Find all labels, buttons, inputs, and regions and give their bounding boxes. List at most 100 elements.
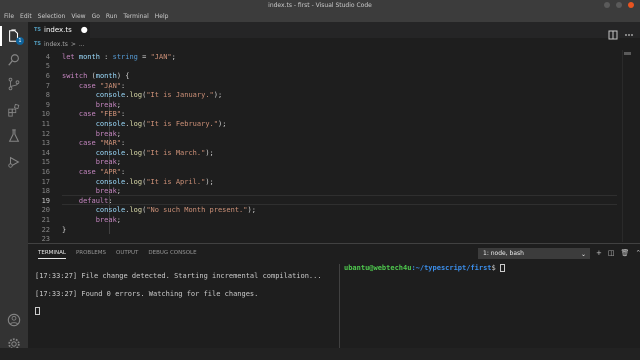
line-number: 13 [41,139,50,148]
tab-problems[interactable]: PROBLEMS [76,250,106,258]
line-number: 21 [41,215,50,224]
code-editor[interactable]: 4 let month : string = "JAN"; 5 6 switch (mo… [28,50,640,242]
code-line[interactable]: 15 break; [28,158,608,168]
search-icon[interactable] [6,52,22,68]
code-text: break; [95,129,122,138]
tab-index-ts[interactable]: TS index.ts ● [28,22,90,38]
run-debug-icon[interactable] [6,154,22,170]
account-icon[interactable] [6,312,22,328]
maximize-panel-icon[interactable]: ⌃ [635,249,640,258]
code-line[interactable]: 11 console.log("It is February."); [28,119,608,129]
code-text: let month : string = "JAN"; [62,52,176,61]
breadcrumb-separator: > [70,40,76,48]
panel-tabs: TERMINAL PROBLEMS OUTPUT DEBUG CONSOLE [38,248,197,260]
menu-view[interactable]: View [71,13,85,20]
prompt-user-host: ubantu@webtech4u [344,264,412,272]
new-terminal-icon[interactable]: + [596,249,602,258]
line-number: 12 [41,129,50,138]
kill-terminal-icon[interactable]: 🗑 [621,249,630,258]
terminal-cursor[interactable] [35,307,40,315]
breadcrumb-file[interactable]: index.ts [44,41,68,48]
code-text: switch (month) { [62,71,130,80]
terminal-output-line: [17:33:27] File change detected. Startin… [35,272,322,280]
code-line[interactable]: 14 console.log("It is March."); [28,148,608,158]
code-line[interactable]: 6 switch (month) { [28,71,608,81]
tab-debug-console[interactable]: DEBUG CONSOLE [148,250,196,258]
explorer-icon[interactable]: 1 [6,28,24,45]
code-line[interactable]: 16 case "APR": [28,167,608,177]
tab-terminal[interactable]: TERMINAL [38,250,66,259]
line-number: 10 [41,110,50,119]
code-line[interactable]: 10 case "FEB": [28,110,608,120]
menu-go[interactable]: Go [92,13,100,20]
menu-run[interactable]: Run [106,13,118,20]
code-text: console.log("No such Month present."); [95,206,256,215]
active-indicator [0,26,2,46]
terminal-dropdown[interactable]: 1: node, bash ⌄ [478,248,590,259]
activity-bar: 1 [0,22,28,360]
code-line[interactable]: 20 console.log("No such Month present.")… [28,206,608,216]
terminal-split-divider[interactable] [339,264,340,349]
code-text: case "FEB": [78,110,126,119]
testing-icon[interactable] [6,128,22,144]
line-number: 18 [41,187,50,196]
code-text: default: [78,196,113,205]
code-line[interactable]: 12 break; [28,129,608,139]
code-text: console.log("It is February."); [95,119,227,128]
line-number: 14 [41,148,50,157]
line-number: 4 [45,52,50,61]
breadcrumb-more[interactable]: ... [79,41,85,48]
title-bar: index.ts - first - Visual Studio Code Fi… [0,0,640,22]
code-line[interactable]: 21 break; [28,215,608,225]
line-number: 20 [41,206,50,215]
close-button[interactable] [628,2,634,8]
maximize-button[interactable] [616,2,622,8]
extensions-icon[interactable] [6,102,22,118]
scrollbar-thumb[interactable] [624,52,631,55]
line-number: 7 [45,81,50,90]
menu-selection[interactable]: Selection [38,13,66,20]
prompt-symbol: $ [491,264,496,272]
line-number: 17 [41,177,50,186]
menu-terminal[interactable]: Terminal [123,13,148,20]
prompt-path: :~/typescript/first [411,264,492,272]
code-line[interactable]: 5 [28,62,608,72]
tab-output[interactable]: OUTPUT [116,250,138,258]
code-line[interactable]: 23 [28,234,608,242]
menu-file[interactable]: File [4,13,14,20]
code-line[interactable]: 22} [28,225,608,235]
terminal-prompt[interactable]: ubantu@webtech4u:~/typescript/first$ [344,264,505,272]
line-number: 19 [41,196,50,205]
unsaved-dot-icon[interactable]: ● [81,26,88,34]
split-terminal-icon[interactable]: ◫ [608,249,615,258]
code-text: break; [95,158,122,167]
code-line[interactable]: 19 default: [28,196,608,206]
terminal-dropdown-value: 1: node, bash [483,250,524,257]
code-line[interactable]: 17 console.log("It is April."); [28,177,608,187]
menu-help[interactable]: Help [155,13,169,20]
split-editor-icon[interactable] [608,25,618,40]
line-number: 6 [45,71,50,80]
status-bar [0,348,640,360]
editor-actions [608,25,634,40]
code-line[interactable]: 8 console.log("It is January."); [28,90,608,100]
line-number: 8 [45,91,50,100]
editor-scrollbar[interactable] [622,50,632,242]
code-line[interactable]: 13 case "MAR": [28,138,608,148]
code-line[interactable]: 18 break; [28,186,608,196]
line-number: 16 [41,167,50,176]
code-line[interactable]: 4 let month : string = "JAN"; [28,52,608,62]
explorer-badge: 1 [16,37,24,45]
code-text: console.log("It is March."); [95,148,214,157]
chevron-down-icon: ⌄ [580,251,586,258]
code-line[interactable]: 7 case "JAN": [28,81,608,91]
source-control-icon[interactable] [6,76,22,92]
line-number: 22 [41,225,50,234]
tab-label: index.ts [44,26,72,34]
code-line[interactable]: 9 break; [28,100,608,110]
menu-edit[interactable]: Edit [20,13,32,20]
more-actions-icon[interactable] [624,25,634,36]
minimize-button[interactable] [604,2,610,8]
code-text: case "MAR": [78,139,126,148]
line-number: 15 [41,158,50,167]
